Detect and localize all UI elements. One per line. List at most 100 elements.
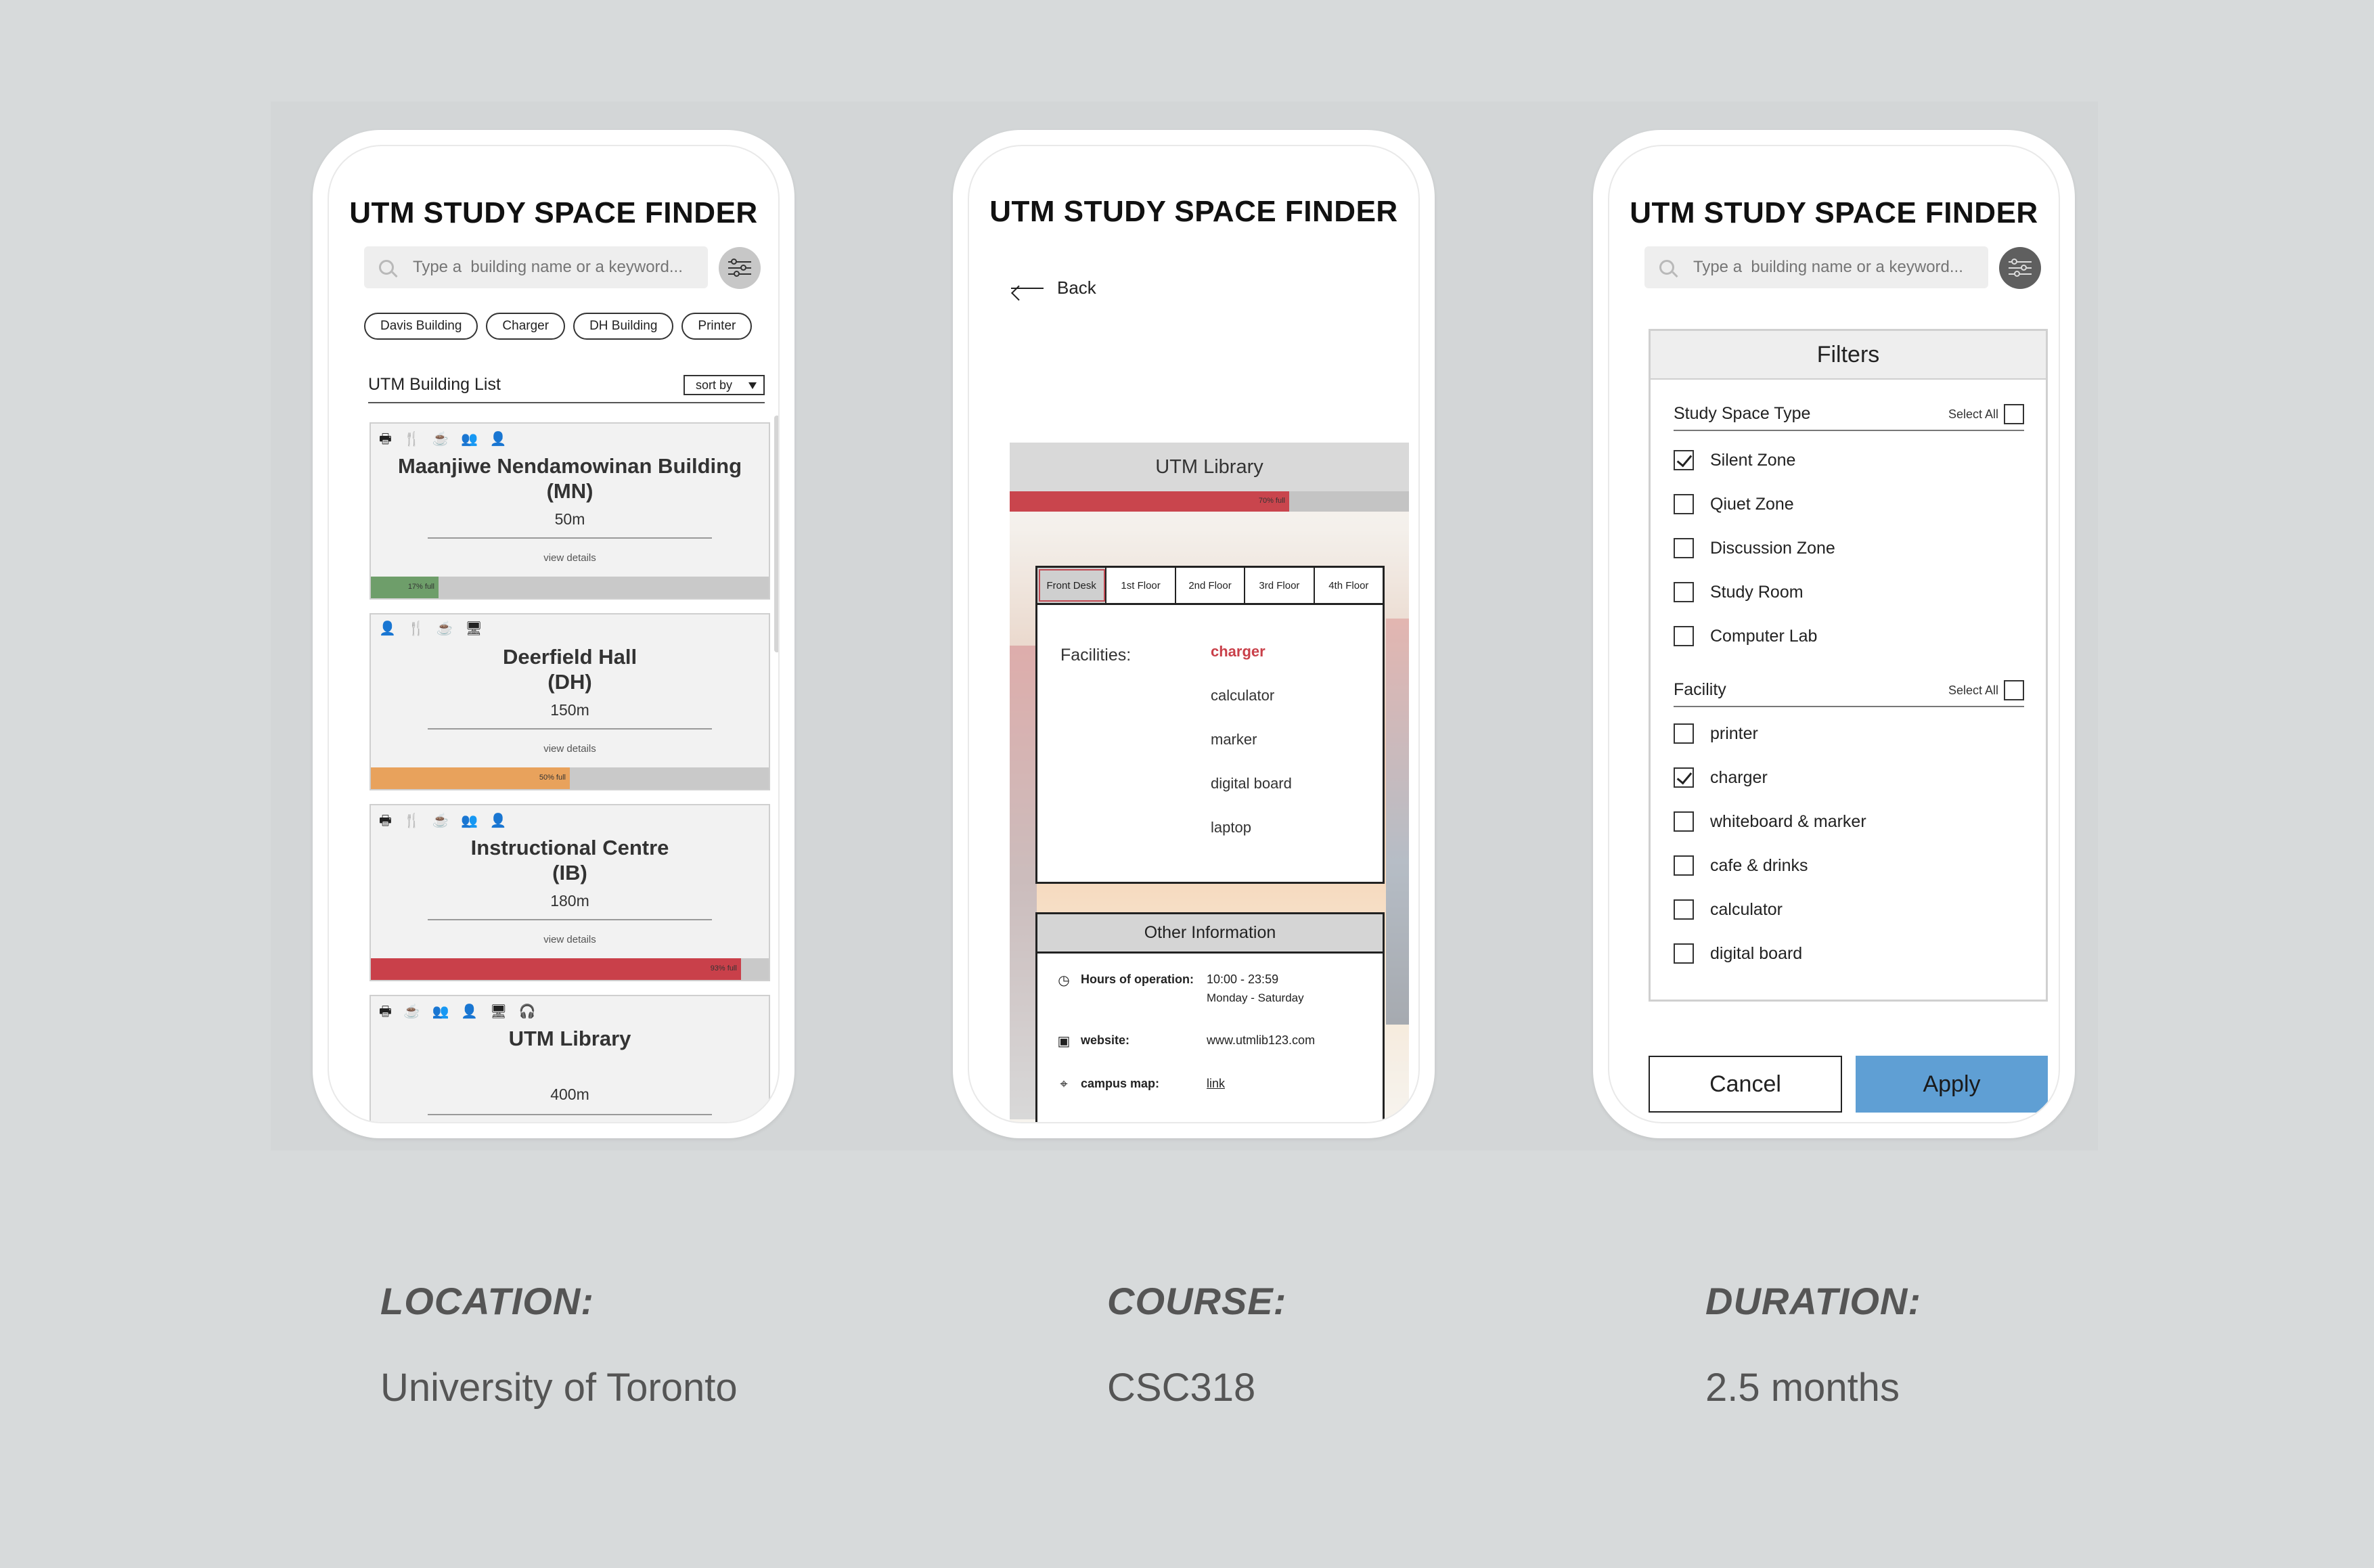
search-input[interactable] [413,258,697,277]
occupancy-fill: 17% full [371,577,439,598]
checkbox[interactable] [1674,943,1694,964]
tab-3rd-floor[interactable]: 3rd Floor [1245,568,1315,603]
location-key: LOCATION: [380,1280,594,1322]
option-label: charger [1710,767,1768,787]
building-distance: 150m [550,701,589,719]
phone-filters: UTM STUDY SPACE FINDER Filters Study Spa… [1593,130,2075,1138]
hours-time: 10:00 - 23:59 [1207,972,1279,986]
checkbox[interactable] [1674,811,1694,832]
occupancy-fill: 50% full [371,767,570,789]
option-label: Study Room [1710,582,1804,602]
option-label: Silent Zone [1710,450,1796,470]
building-distance: 180m [550,892,589,910]
select-all-checkbox[interactable] [2004,404,2024,424]
other-information-title: Other Information [1037,914,1383,954]
facility-option[interactable]: whiteboard & marker [1674,811,1866,832]
filter-button[interactable] [719,247,761,289]
amenity-icons: 🖶 🍴 ☕ 👥 👤 [379,432,511,447]
library-photo-panel: UTM Library 70% full Front Desk 1st Floo… [1010,443,1409,1122]
study-type-option[interactable]: Silent Zone [1674,450,1795,470]
study-type-option[interactable]: Discussion Zone [1674,538,1835,558]
website-value[interactable]: www.utmlib123.com [1207,1031,1315,1050]
facility-option[interactable]: printer [1674,723,1758,744]
select-all-facility[interactable]: Select All [1948,680,2024,700]
building-list-header: UTM Building List sort by [368,375,765,403]
view-details-link[interactable]: view details [371,934,769,945]
checkbox[interactable] [1674,899,1694,920]
option-label: Computer Lab [1710,626,1818,646]
select-all-study-type[interactable]: Select All [1948,404,2024,424]
tab-front-desk[interactable]: Front Desk [1037,568,1107,603]
phone-building-list: UTM STUDY SPACE FINDER Davis Building Ch… [313,130,794,1138]
checkbox[interactable] [1674,450,1694,470]
study-type-section-header: Study Space Type Select All [1674,404,2024,431]
checkbox[interactable] [1674,767,1694,788]
sort-by-dropdown[interactable]: sort by [684,375,765,395]
facility-option[interactable]: charger [1674,767,1768,788]
facility-option[interactable]: digital board [1674,943,1802,964]
screen-building-detail: UTM STUDY SPACE FINDER Back UTM Library … [968,145,1420,1123]
option-label: Qiuet Zone [1710,494,1794,514]
tab-2nd-floor[interactable]: 2nd Floor [1176,568,1246,603]
filter-button[interactable] [1999,247,2041,289]
back-button[interactable]: Back [1011,277,1096,298]
chip-printer[interactable]: Printer [681,313,753,340]
clock-icon: ◷ [1058,972,1070,988]
chip-davis-building[interactable]: Davis Building [364,313,478,340]
occupancy-bar: 93% full [371,958,769,980]
building-card[interactable]: 🖶 🍴 ☕ 👥 👤 Instructional Centre (IB) 180m… [369,804,770,981]
facility-item: laptop [1211,819,1251,836]
search-icon [379,260,394,275]
building-distance: 400m [550,1085,589,1103]
building-name: Maanjiwe Nendamowinan Building (MN) [397,454,742,503]
course-value: CSC318 [1107,1366,1256,1410]
option-label: whiteboard & marker [1710,811,1866,831]
checkbox[interactable] [1674,494,1694,514]
building-card[interactable]: 🖶 ☕ 👥 👤 🖥 🎧 UTM Library 400m [369,995,770,1122]
study-type-title: Study Space Type [1674,404,1811,423]
divider [428,1114,712,1115]
option-label: printer [1710,723,1758,743]
study-type-option[interactable]: Computer Lab [1674,626,1817,646]
select-all-label: Select All [1948,683,1998,697]
checkbox[interactable] [1674,855,1694,876]
search-bar[interactable] [1644,246,1988,288]
hours-value: 10:00 - 23:59 Monday - Saturday [1207,972,1304,1008]
study-type-option[interactable]: Study Room [1674,582,1804,602]
tab-4th-floor[interactable]: 4th Floor [1315,568,1383,603]
search-icon [1659,260,1674,275]
duration-value: 2.5 months [1705,1366,1900,1410]
checkbox[interactable] [1674,582,1694,602]
hours-key: Hours of operation: [1081,972,1194,986]
occupancy-bar: 70% full [1010,491,1409,512]
location-value: University of Toronto [380,1366,738,1410]
search-bar[interactable] [364,246,708,288]
website-row: ▣ website: www.utmlib123.com [1056,1031,1316,1050]
campus-map-link[interactable]: link [1207,1074,1225,1093]
divider [428,537,712,539]
checkbox[interactable] [1674,538,1694,558]
occupancy-bar: 50% full [371,767,769,789]
hours-days: Monday - Saturday [1207,991,1304,1004]
chip-dh-building[interactable]: DH Building [573,313,674,340]
select-all-checkbox[interactable] [2004,680,2024,700]
floor-tabs: Front Desk 1st Floor 2nd Floor 3rd Floor… [1035,566,1385,605]
facility-option[interactable]: calculator [1674,899,1783,920]
divider [428,919,712,920]
list-scrollbar[interactable] [774,416,778,652]
facility-option[interactable]: cafe & drinks [1674,855,1808,876]
search-input[interactable] [1693,258,1977,277]
screen-filters: UTM STUDY SPACE FINDER Filters Study Spa… [1608,145,2060,1123]
apply-button[interactable]: Apply [1856,1056,2048,1113]
tab-1st-floor[interactable]: 1st Floor [1106,568,1176,603]
checkbox[interactable] [1674,723,1694,744]
chip-charger[interactable]: Charger [486,313,566,340]
facility-item: digital board [1211,775,1292,792]
study-type-option[interactable]: Qiuet Zone [1674,494,1794,514]
view-details-link[interactable]: view details [371,552,769,564]
building-card[interactable]: 🖶 🍴 ☕ 👥 👤 Maanjiwe Nendamowinan Building… [369,422,770,600]
cancel-button[interactable]: Cancel [1649,1056,1842,1113]
checkbox[interactable] [1674,626,1694,646]
building-card[interactable]: 👤 🍴 ☕ 🖥 Deerfield Hall (DH) 150m view de… [369,613,770,790]
view-details-link[interactable]: view details [371,743,769,755]
